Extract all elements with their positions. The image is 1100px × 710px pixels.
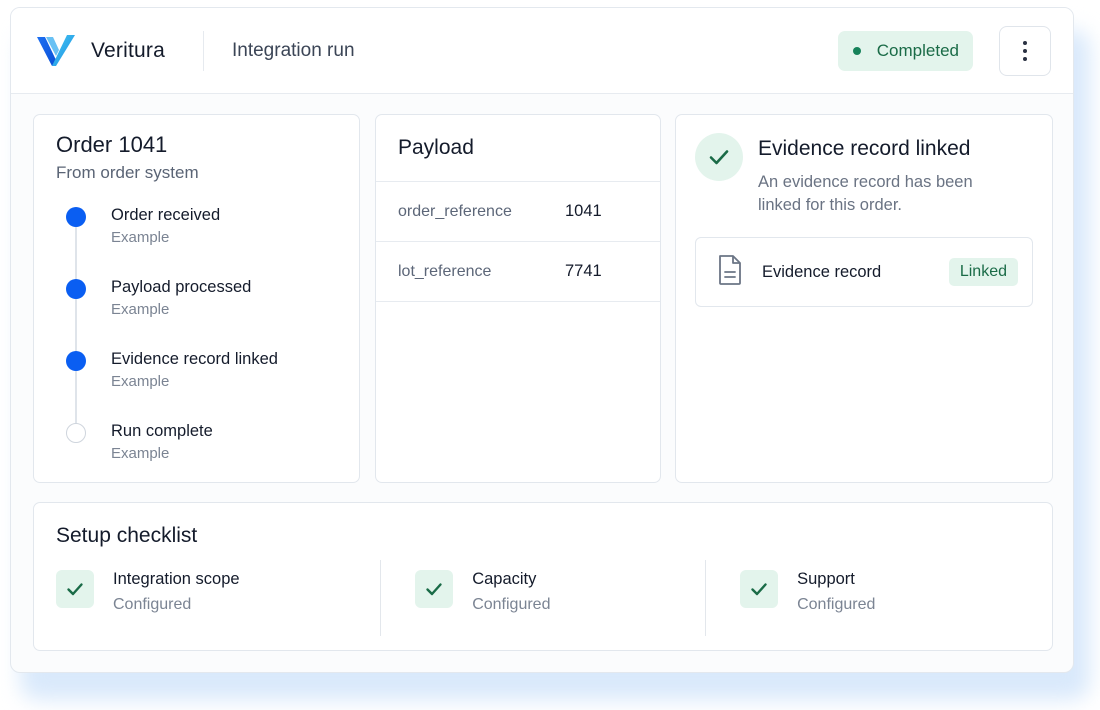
more-vertical-icon-dot (1023, 48, 1027, 53)
evidence-record-label: Evidence record (762, 262, 882, 281)
checklist-item: Capacity Configured (380, 560, 705, 642)
brand-name: Veritura (91, 38, 165, 62)
evidence-record-item[interactable]: Evidence record Linked (695, 237, 1033, 307)
payload-value: 7741 (565, 262, 602, 280)
checklist-item-label: Support (797, 570, 855, 588)
status-label: Completed (876, 40, 959, 60)
step-note: Example (111, 373, 170, 390)
checklist-item-status: Configured (797, 596, 876, 613)
status-badge: Completed (837, 30, 973, 71)
step-label: Order received (111, 206, 221, 224)
linked-badge: Linked (948, 258, 1018, 286)
check-icon (740, 570, 779, 608)
status-dot-icon (852, 46, 861, 55)
step-note: Example (111, 445, 170, 462)
setup-title: Setup checklist (56, 524, 198, 547)
payload-value: 1041 (565, 202, 602, 220)
checklist-item-label: Capacity (472, 570, 537, 588)
header-divider (202, 30, 204, 71)
more-vertical-icon-dot (1023, 56, 1027, 61)
payload-row: lot_reference 7741 (376, 242, 660, 302)
step-label: Payload processed (111, 278, 252, 296)
timeline-step: Run complete Example (56, 415, 337, 487)
payload-key: lot_reference (398, 262, 492, 280)
order-card: Order 1041 From order system Order recei… (33, 114, 360, 483)
check-circle-icon (695, 133, 743, 181)
check-icon (415, 570, 454, 608)
step-label: Evidence record linked (111, 350, 278, 368)
evidence-card: Evidence record linked An evidence recor… (675, 114, 1053, 483)
checklist-item: Support Configured (705, 560, 1030, 642)
checklist-item-label: Integration scope (113, 570, 240, 588)
payload-row: order_reference 1041 (376, 182, 660, 242)
order-subtitle: From order system (56, 163, 199, 182)
order-title: Order 1041 (56, 132, 168, 157)
step-label: Run complete (111, 422, 213, 440)
timeline-step: Order received Example (56, 199, 337, 271)
order-timeline: Order received Example Payload processed… (56, 199, 337, 487)
evidence-title: Evidence record linked (758, 137, 971, 160)
veritura-v-logo-icon (35, 32, 77, 70)
step-note: Example (111, 229, 170, 246)
more-vertical-icon (1023, 40, 1027, 45)
setup-checklist-card: Setup checklist Integration scope Config… (33, 502, 1053, 651)
header-bar: Veritura Integration run Completed (11, 8, 1073, 94)
step-done-icon (66, 207, 86, 227)
step-pending-icon (66, 423, 86, 443)
checklist-item: Integration scope Configured (56, 566, 380, 642)
check-icon (56, 570, 94, 608)
checklist: Integration scope Configured Capacity Co… (56, 560, 1030, 642)
document-icon (716, 254, 744, 291)
timeline-step: Evidence record linked Example (56, 343, 337, 415)
payload-key: order_reference (398, 202, 512, 220)
evidence-header: Evidence record linked An evidence recor… (695, 133, 1033, 217)
evidence-description: An evidence record has been linked for t… (758, 173, 973, 214)
payload-card: Payload order_reference 1041 lot_referen… (375, 114, 661, 483)
step-done-icon (66, 351, 86, 371)
checklist-item-status: Configured (113, 596, 192, 613)
more-options-button[interactable] (999, 25, 1051, 76)
step-done-icon (66, 279, 86, 299)
checklist-item-status: Configured (472, 596, 551, 613)
page-title: Integration run (231, 39, 355, 61)
timeline-step: Payload processed Example (56, 271, 337, 343)
payload-title: Payload (376, 115, 660, 182)
app-window: Veritura Integration run Completed Order… (10, 7, 1074, 673)
step-note: Example (111, 301, 170, 318)
